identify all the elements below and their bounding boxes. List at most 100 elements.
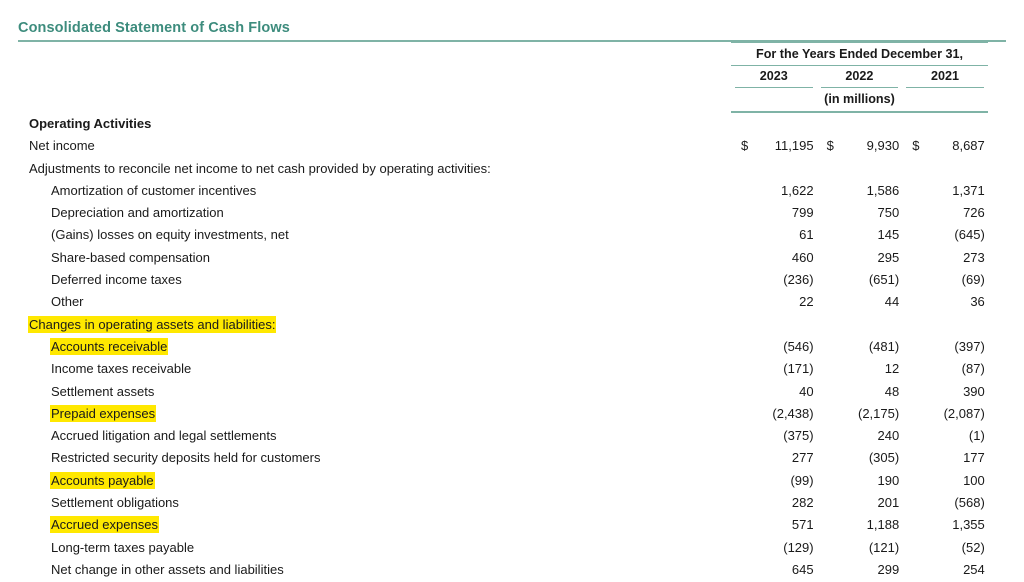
value-text: (121) [868,539,900,555]
row-label: Long-term taxes payable [51,539,195,555]
value-cell-2022: 750 [817,203,903,222]
row-label: Operating Activities [29,116,152,131]
value-cell-2022: 145 [817,225,903,244]
value-text: (481) [868,338,900,354]
table-row: Accounts payable (99) 190 100 [0,471,1024,493]
row-label-cell: Long-term taxes payable [0,538,731,557]
row-label-highlighted: Accrued expenses [51,517,158,533]
header-units-rule [731,111,988,113]
value-cell-2022: (2,175) [817,404,903,423]
value-text: (69) [961,272,985,288]
value-cell-2023: 571 [731,515,817,534]
value-cell-2021: $8,687 [902,136,988,155]
row-label: Settlement obligations [51,495,179,511]
row-values: 460 295 273 [731,248,988,267]
value-cell-2021: (69) [902,270,988,289]
table-row: (Gains) losses on equity investments, ne… [0,225,1024,247]
row-label-cell: Accounts payable [0,471,731,490]
value-cell-2021: (397) [902,337,988,356]
row-label: Amortization of customer incentives [51,182,257,198]
value-cell-2022: 1,586 [817,181,903,200]
row-label-cell: (Gains) losses on equity investments, ne… [0,225,731,244]
value-text: 1,355 [952,517,985,533]
value-text: (236) [783,272,814,288]
row-values: 799 750 726 [731,203,988,222]
value-cell-2022: (121) [817,538,903,557]
value-text: 277 [791,450,814,466]
value-cell-2023: 799 [731,203,817,222]
row-values: (129) (121) (52) [731,538,988,557]
value-text: 1,371 [952,182,985,198]
value-cell-2022: (481) [817,337,903,356]
value-cell-2021: 273 [902,248,988,267]
value-text: 726 [963,205,985,221]
row-values: 61 145 (645) [731,225,988,244]
value-text: 645 [791,561,814,577]
value-cell-2023: (375) [731,426,817,445]
value-text: 40 [799,383,814,399]
document-header: Consolidated Statement of Cash Flows [18,19,1006,42]
value-cell-2022: 12 [817,359,903,378]
value-text: 254 [963,561,985,577]
row-label-cell: Other [0,292,731,311]
value-cell-2023: 460 [731,248,817,267]
value-cell-2021: 1,371 [902,181,988,200]
table-row: Operating Activities [0,114,1024,136]
row-label-highlighted: Prepaid expenses [51,405,156,421]
column-header-year-2023: 2023 [759,68,788,83]
row-label-cell: Amortization of customer incentives [0,181,731,200]
table-row: Amortization of customer incentives 1,622… [0,181,1024,203]
row-values: 22 44 36 [731,292,988,311]
value-cell-2021: 100 [902,471,988,490]
value-cell-2022: 299 [817,560,903,579]
value-cell-2021: (568) [902,493,988,512]
value-text: (375) [783,428,814,444]
row-label-cell: Accrued expenses [0,515,731,534]
value-cell-2023: (171) [731,359,817,378]
row-label-cell: Operating Activities [0,114,731,133]
row-label-cell: Income taxes receivable [0,359,731,378]
value-text: 9,930 [866,138,900,154]
row-label: Deferred income taxes [51,272,182,288]
row-values: (375) 240 (1) [731,426,988,445]
value-text: (87) [961,361,985,377]
table-row: Long-term taxes payable (129) (121) (52) [0,538,1024,560]
table-row: Accrued expenses 571 1,188 1,355 [0,515,1024,537]
value-cell-2022: 44 [817,292,903,311]
row-label-cell: Restricted security deposits held for cu… [0,448,731,467]
page-title: Consolidated Statement of Cash Flows [18,20,290,36]
value-cell-2022: 295 [817,248,903,267]
row-label: Accrued litigation and legal settlements [51,428,277,444]
value-cell-2022: 190 [817,471,903,490]
table-row: Adjustments to reconcile net income to n… [0,159,1024,181]
row-values: (99) 190 100 [731,471,988,490]
value-text: 36 [970,294,985,310]
table-row: Share-based compensation 460 295 273 [0,248,1024,270]
value-cell-2022: $9,930 [817,136,903,155]
table-row: Prepaid expenses (2,438) (2,175) (2,087) [0,404,1024,426]
value-cell-2022: 48 [817,382,903,401]
row-label-cell: Deferred income taxes [0,270,731,289]
table-row: Deferred income taxes (236) (651) (69) [0,270,1024,292]
value-text: (651) [868,272,900,288]
value-text: 44 [884,294,900,310]
value-text: (2,087) [943,405,985,421]
value-cell-2023: 645 [731,560,817,579]
value-cell-2021: (2,087) [902,404,988,423]
row-label-cell: Prepaid expenses [0,404,731,423]
value-cell-2021: 726 [902,203,988,222]
value-cell-2023: (2,438) [731,404,817,423]
value-text: 145 [877,227,900,243]
row-label: Net income [29,138,95,154]
value-cell-2021: (52) [902,538,988,557]
row-values: (236) (651) (69) [731,270,988,289]
row-label: Restricted security deposits held for cu… [51,450,321,466]
value-text: 1,188 [866,517,900,533]
value-cell-2021: 1,355 [902,515,988,534]
value-text: 273 [963,249,985,265]
table-row: Net income $11,195 $9,930 $8,687 [0,136,1024,158]
table-row: Changes in operating assets and liabilit… [0,315,1024,337]
row-label-cell: Settlement assets [0,382,731,401]
value-text: (305) [868,450,900,466]
row-label: Depreciation and amortization [51,205,224,221]
